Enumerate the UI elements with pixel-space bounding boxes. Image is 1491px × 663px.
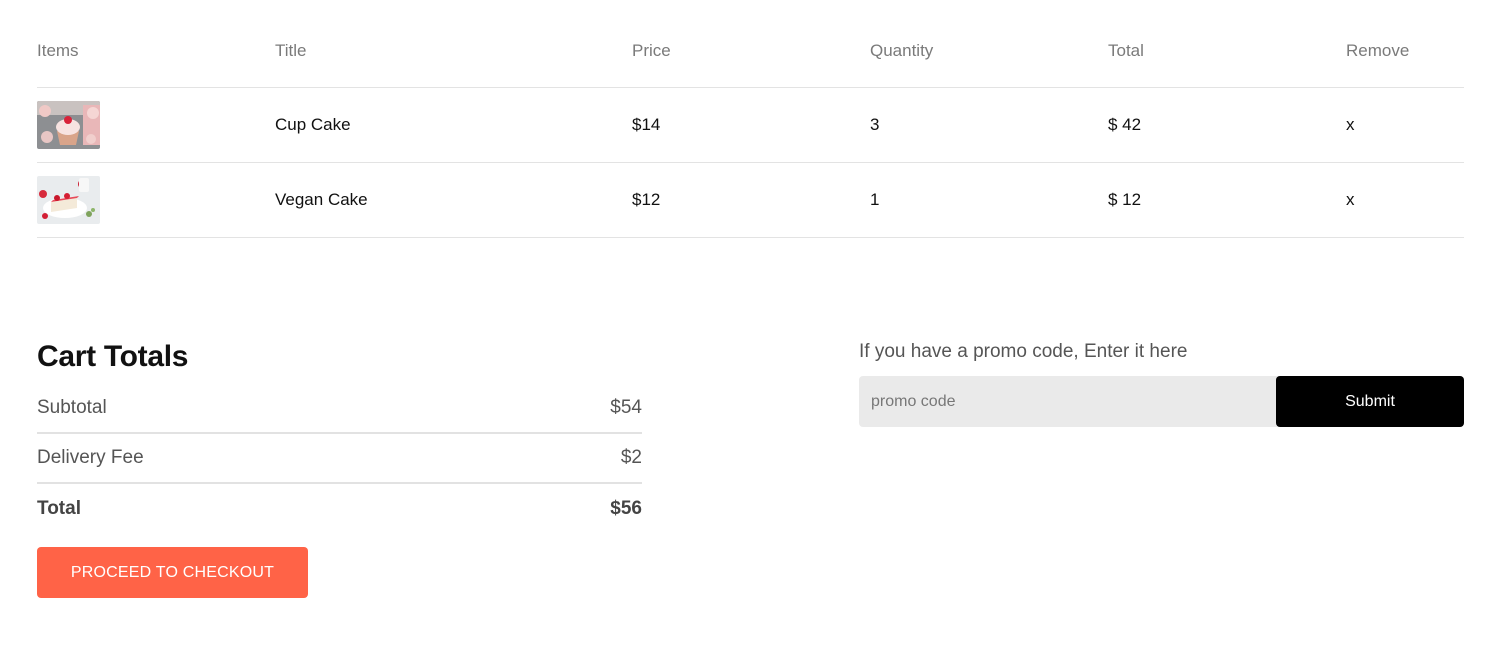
subtotal-row: Subtotal $54 xyxy=(37,384,642,434)
proceed-to-checkout-button[interactable]: PROCEED TO CHECKOUT xyxy=(37,547,308,598)
header-title: Title xyxy=(275,40,307,60)
item-price: $12 xyxy=(632,190,661,209)
total-row: Total $56 xyxy=(37,484,642,534)
subtotal-label: Subtotal xyxy=(37,397,107,418)
header-quantity: Quantity xyxy=(870,40,934,60)
cart-table: Items Title Price Quantity Total Remove xyxy=(37,0,1464,238)
item-total: $ 12 xyxy=(1108,190,1142,209)
table-header: Items Title Price Quantity Total Remove xyxy=(37,0,1464,88)
item-quantity: 3 xyxy=(870,115,880,134)
table-row: Vegan Cake $12 1 $ 12 x xyxy=(37,163,1464,238)
promo-label: If you have a promo code, Enter it here xyxy=(859,341,1188,362)
promo-code-input[interactable] xyxy=(859,376,1276,427)
header-total: Total xyxy=(1108,40,1144,60)
item-total: $ 42 xyxy=(1108,115,1142,134)
cart-totals-heading: Cart Totals xyxy=(37,340,189,373)
delivery-fee-value: $2 xyxy=(620,447,642,468)
remove-button[interactable]: x xyxy=(1346,190,1464,210)
promo-section: If you have a promo code, Enter it here … xyxy=(859,340,1464,427)
submit-button[interactable]: Submit xyxy=(1276,376,1464,427)
delivery-fee-label: Delivery Fee xyxy=(37,447,144,468)
header-items: Items xyxy=(37,40,79,60)
item-cell xyxy=(37,176,275,224)
item-quantity: 1 xyxy=(870,190,880,209)
header-remove: Remove xyxy=(1346,40,1410,60)
total-value: $56 xyxy=(610,498,642,519)
vegan-cake-image xyxy=(37,176,100,224)
delivery-fee-row: Delivery Fee $2 xyxy=(37,434,642,484)
cart-totals: Cart Totals Subtotal $54 Delivery Fee $2… xyxy=(37,340,642,598)
remove-button[interactable]: x xyxy=(1346,115,1464,135)
cupcake-image xyxy=(37,101,100,149)
total-label: Total xyxy=(37,498,81,519)
item-title: Cup Cake xyxy=(275,115,351,134)
header-price: Price xyxy=(632,40,671,60)
item-title: Vegan Cake xyxy=(275,190,368,209)
promo-box: Submit xyxy=(859,376,1464,427)
subtotal-value: $54 xyxy=(610,397,642,418)
table-row: Cup Cake $14 3 $ 42 x xyxy=(37,88,1464,163)
item-cell xyxy=(37,101,275,149)
item-price: $14 xyxy=(632,115,661,134)
cart-page: Items Title Price Quantity Total Remove xyxy=(0,0,1491,663)
